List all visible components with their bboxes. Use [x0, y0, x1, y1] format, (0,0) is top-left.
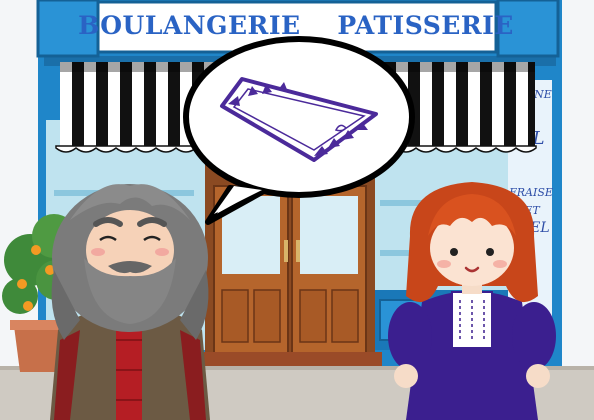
game-scene: BOULANGERIE PATISSERIE HAINE EL FRAISE E… — [0, 0, 594, 420]
square-picture-frame-icon — [220, 77, 378, 162]
old-man-character[interactable] — [40, 180, 220, 420]
girl-character[interactable] — [388, 176, 558, 420]
